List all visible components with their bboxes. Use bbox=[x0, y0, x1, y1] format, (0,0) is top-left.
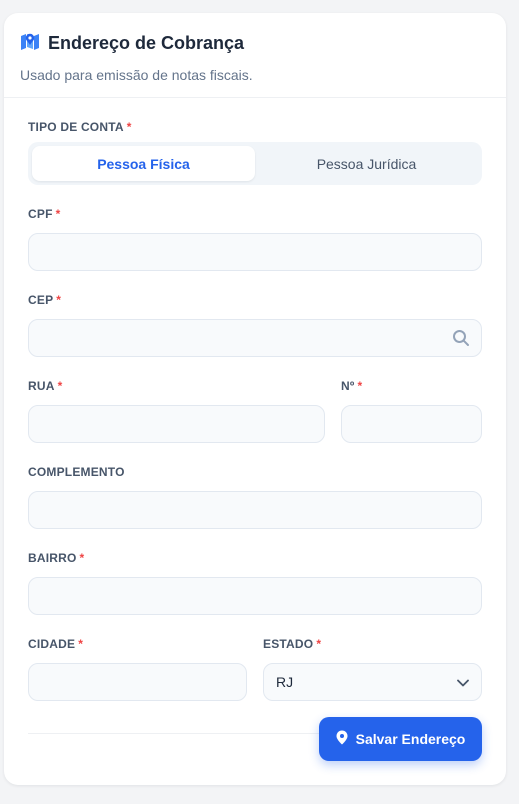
title-row: Endereço de Cobrança bbox=[20, 32, 490, 55]
search-icon[interactable] bbox=[452, 329, 470, 352]
cidade-group: CIDADE * bbox=[28, 637, 247, 701]
estado-select[interactable]: RJ bbox=[263, 663, 482, 701]
cpf-input[interactable] bbox=[29, 234, 481, 270]
numero-group: Nº * bbox=[341, 379, 482, 443]
street-row: RUA * Nº * bbox=[28, 379, 482, 443]
bairro-group: BAIRRO * bbox=[28, 551, 482, 615]
map-pin-icon bbox=[336, 730, 348, 748]
numero-label: Nº * bbox=[341, 379, 363, 393]
option-pessoa-fisica[interactable]: Pessoa Física bbox=[32, 146, 255, 181]
estado-group: ESTADO * RJ bbox=[263, 637, 482, 701]
account-type-toggle: Pessoa Física Pessoa Jurídica bbox=[28, 142, 482, 185]
bairro-input[interactable] bbox=[29, 578, 481, 614]
bairro-label: BAIRRO * bbox=[28, 551, 85, 565]
estado-label: ESTADO * bbox=[263, 637, 322, 651]
cep-field-wrapper bbox=[28, 319, 482, 357]
complemento-label: COMPLEMENTO bbox=[28, 465, 125, 479]
rua-field-wrapper bbox=[28, 405, 325, 443]
cidade-label: CIDADE * bbox=[28, 637, 84, 651]
cep-label: CEP * bbox=[28, 293, 62, 307]
chevron-down-icon bbox=[457, 674, 469, 690]
numero-field-wrapper bbox=[341, 405, 482, 443]
cpf-field-wrapper bbox=[28, 233, 482, 271]
option-pessoa-juridica[interactable]: Pessoa Jurídica bbox=[255, 146, 478, 181]
card-header: Endereço de Cobrança Usado para emissão … bbox=[4, 13, 506, 98]
rua-input[interactable] bbox=[29, 406, 324, 442]
rua-label: RUA * bbox=[28, 379, 63, 393]
complemento-input[interactable] bbox=[29, 492, 481, 528]
cep-input[interactable] bbox=[29, 320, 481, 356]
billing-address-card: Endereço de Cobrança Usado para emissão … bbox=[4, 13, 506, 785]
complemento-field-wrapper bbox=[28, 491, 482, 529]
account-type-group: TIPO DE CONTA * Pessoa Física Pessoa Jurí… bbox=[28, 120, 482, 185]
cep-group: CEP * bbox=[28, 293, 482, 357]
account-type-label: TIPO DE CONTA * bbox=[28, 120, 132, 134]
city-state-row: CIDADE * ESTADO * RJ bbox=[28, 637, 482, 701]
cidade-input[interactable] bbox=[29, 664, 246, 700]
page-subtitle: Usado para emissão de notas fiscais. bbox=[20, 67, 253, 83]
bairro-field-wrapper bbox=[28, 577, 482, 615]
complemento-group: COMPLEMENTO bbox=[28, 465, 482, 529]
form-body: TIPO DE CONTA * Pessoa Física Pessoa Jurí… bbox=[4, 98, 506, 734]
cpf-label: CPF * bbox=[28, 207, 61, 221]
rua-group: RUA * bbox=[28, 379, 325, 443]
numero-input[interactable] bbox=[342, 406, 481, 442]
cpf-group: CPF * bbox=[28, 207, 482, 271]
save-button-label: Salvar Endereço bbox=[355, 731, 466, 747]
cidade-field-wrapper bbox=[28, 663, 247, 701]
save-address-button[interactable]: Salvar Endereço bbox=[319, 717, 482, 761]
estado-value: RJ bbox=[276, 674, 294, 690]
map-icon bbox=[20, 32, 40, 55]
page-title: Endereço de Cobrança bbox=[48, 33, 245, 53]
